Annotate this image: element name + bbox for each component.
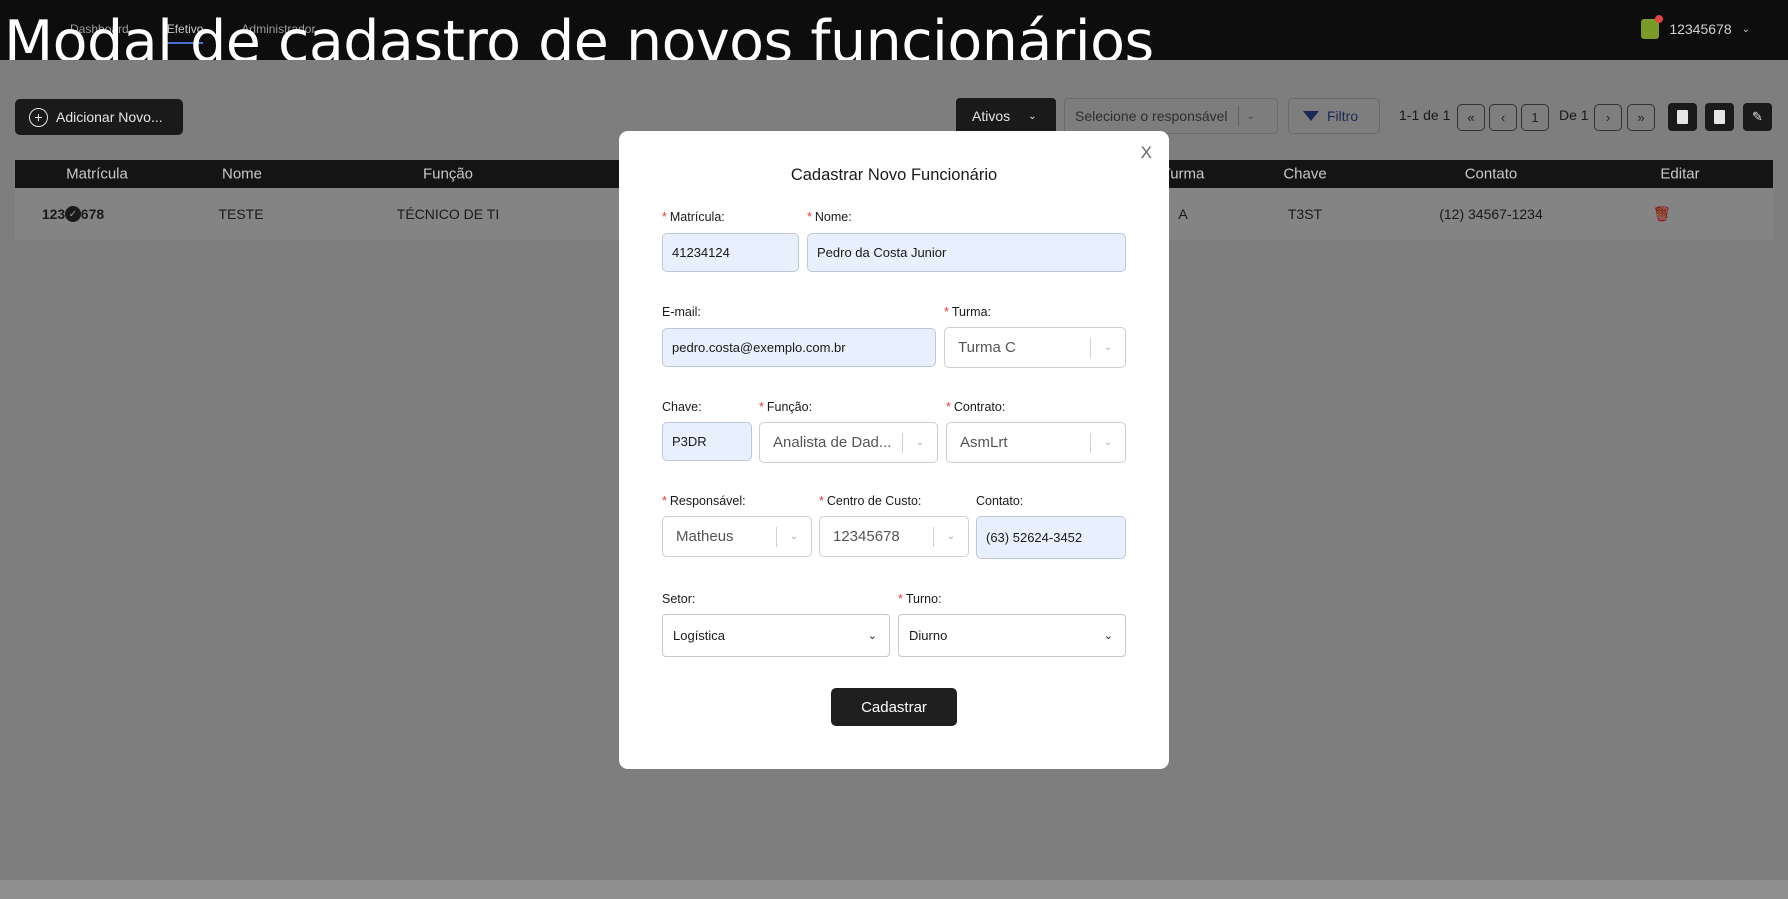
contato-field[interactable]: (63) 52624-3452 bbox=[976, 516, 1126, 559]
chevron-down-icon: ⌄ bbox=[1103, 437, 1113, 448]
add-employee-label: Adicionar Novo... bbox=[56, 109, 163, 125]
matricula-field[interactable]: 41234124 bbox=[662, 233, 799, 272]
plus-icon: + bbox=[29, 107, 48, 127]
row-nome: TESTE bbox=[218, 206, 264, 222]
chevron-down-icon: ⌄ bbox=[915, 437, 925, 448]
new-employee-modal: X Cadastrar Novo Funcionário * Matrícula:… bbox=[619, 131, 1169, 769]
turma-label: * Turma: bbox=[944, 305, 991, 319]
turma-select[interactable]: Turma C ⌄ bbox=[944, 327, 1126, 368]
pagination-range: 1-1 de 1 bbox=[1399, 107, 1451, 123]
col-chave[interactable]: Chave bbox=[1283, 166, 1326, 183]
contrato-select[interactable]: AsmLrt ⌄ bbox=[946, 422, 1126, 463]
setor-label: Setor: bbox=[662, 592, 696, 606]
chevron-down-icon: ⌄ bbox=[1741, 23, 1750, 35]
page-total: De 1 bbox=[1559, 107, 1589, 123]
responsavel-value: Matheus bbox=[676, 528, 734, 545]
footer bbox=[0, 880, 1788, 899]
col-nome[interactable]: Nome bbox=[222, 166, 262, 183]
file-icon bbox=[1677, 110, 1688, 124]
col-editar: Editar bbox=[1660, 165, 1700, 183]
responsavel-filter-placeholder: Selecione o responsável bbox=[1075, 108, 1228, 124]
export-excel-button[interactable] bbox=[1705, 103, 1734, 131]
notification-icon[interactable] bbox=[1641, 15, 1664, 39]
turno-value: Diurno bbox=[909, 628, 948, 643]
filter-label: Filtro bbox=[1327, 108, 1359, 124]
row-chave: T3ST bbox=[1287, 206, 1323, 222]
funnel-icon bbox=[1303, 111, 1319, 121]
row-contato: (12) 34567-1234 bbox=[1439, 206, 1543, 222]
chevron-down-icon: ⌄ bbox=[1246, 110, 1255, 122]
chevron-down-icon: ⌄ bbox=[1103, 630, 1113, 642]
contrato-value: AsmLrt bbox=[960, 434, 1008, 451]
close-button[interactable]: X bbox=[1141, 143, 1152, 163]
centro-custo-label: * Centro de Custo: bbox=[819, 494, 922, 508]
modal-title: Cadastrar Novo Funcionário bbox=[790, 166, 998, 184]
turno-label: * Turno: bbox=[898, 592, 942, 606]
centro-custo-value: 12345678 bbox=[833, 528, 900, 545]
user-id: 12345678 bbox=[1669, 21, 1732, 37]
turno-select[interactable]: Diurno ⌄ bbox=[898, 614, 1126, 657]
setor-select[interactable]: Logística ⌄ bbox=[662, 614, 890, 657]
email-field[interactable]: pedro.costa@exemplo.com.br bbox=[662, 328, 936, 367]
responsavel-filter-select[interactable]: Selecione o responsável ⌄ bbox=[1064, 98, 1278, 134]
row-funcao: TÉCNICO DE TI bbox=[396, 206, 500, 222]
responsavel-label: * Responsável: bbox=[662, 494, 746, 508]
matricula-label: * Matrícula: bbox=[662, 210, 725, 224]
last-page-button[interactable]: » bbox=[1627, 104, 1655, 131]
contato-label: Contato: bbox=[976, 494, 1024, 508]
user-menu[interactable]: 12345678 ⌄ bbox=[1641, 15, 1750, 39]
first-page-button[interactable]: « bbox=[1457, 104, 1485, 131]
chevron-down-icon: ⌄ bbox=[789, 531, 799, 542]
pencil-icon: ✎ bbox=[1752, 109, 1763, 124]
col-matricula[interactable]: Matrícula bbox=[66, 166, 128, 183]
funcao-select[interactable]: Analista de Dad... ⌄ bbox=[759, 422, 938, 463]
chevron-down-icon: ⌄ bbox=[1028, 110, 1037, 122]
chevron-down-icon: ⌄ bbox=[867, 630, 877, 642]
setor-value: Logística bbox=[673, 628, 726, 643]
status-filter-value: Ativos bbox=[972, 108, 1011, 124]
chevron-down-icon: ⌄ bbox=[946, 531, 956, 542]
row-turma: A bbox=[1178, 206, 1188, 222]
turma-value: Turma C bbox=[958, 339, 1016, 356]
next-page-button[interactable]: › bbox=[1594, 104, 1622, 131]
double-chevron-right-icon: » bbox=[1637, 110, 1645, 125]
file-icon bbox=[1714, 110, 1725, 124]
nome-label: * Nome: bbox=[807, 210, 852, 224]
status-filter-select[interactable]: Ativos ⌄ bbox=[956, 98, 1056, 134]
nome-field[interactable]: Pedro da Costa Junior bbox=[807, 233, 1126, 272]
export-pdf-button[interactable] bbox=[1668, 103, 1697, 131]
funcao-label: * Função: bbox=[759, 400, 813, 414]
trash-icon[interactable]: 🗑 bbox=[1652, 205, 1671, 223]
filter-button[interactable]: Filtro bbox=[1288, 98, 1380, 134]
verified-icon: ✓ bbox=[65, 206, 81, 222]
chevron-down-icon: ⌄ bbox=[1103, 342, 1113, 353]
responsavel-select[interactable]: Matheus ⌄ bbox=[662, 516, 812, 557]
centro-custo-select[interactable]: 12345678 ⌄ bbox=[819, 516, 969, 557]
page-number-input[interactable]: 1 bbox=[1521, 104, 1549, 131]
double-chevron-left-icon: « bbox=[1467, 110, 1475, 125]
chave-label: Chave: bbox=[662, 400, 702, 414]
cadastrar-button[interactable]: Cadastrar bbox=[831, 688, 957, 726]
prev-page-button[interactable]: ‹ bbox=[1489, 104, 1517, 131]
col-funcao[interactable]: Função bbox=[423, 166, 473, 183]
funcao-value: Analista de Dad... bbox=[773, 434, 892, 451]
chevron-left-icon: ‹ bbox=[1500, 110, 1506, 125]
divider bbox=[1237, 106, 1239, 126]
bulk-edit-button[interactable]: ✎ bbox=[1743, 103, 1772, 131]
contrato-label: * Contrato: bbox=[946, 400, 1006, 414]
chevron-right-icon: › bbox=[1605, 110, 1611, 125]
email-label: E-mail: bbox=[662, 305, 701, 319]
col-contato[interactable]: Contato bbox=[1465, 166, 1518, 183]
add-employee-button[interactable]: + Adicionar Novo... bbox=[15, 99, 183, 135]
chave-field[interactable]: P3DR bbox=[662, 422, 752, 461]
